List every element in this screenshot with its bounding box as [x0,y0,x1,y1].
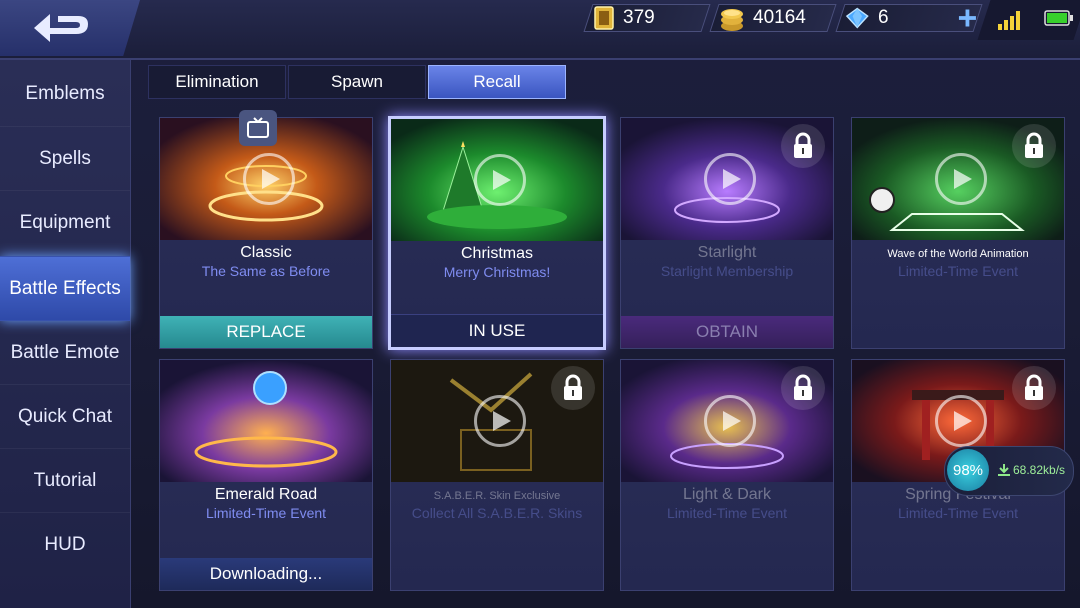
lock-icon [551,366,595,410]
back-button[interactable] [0,0,140,56]
download-icon [998,464,1010,476]
tab-elimination[interactable]: Elimination [148,65,286,99]
sidebar-item-equipment[interactable]: Equipment [0,190,130,255]
sidebar-item-tutorial[interactable]: Tutorial [0,448,130,513]
sidebar-item-emblems[interactable]: Emblems [0,62,130,126]
card-subtitle: Merry Christmas! [443,264,551,280]
diamond-count: 6 [877,7,889,28]
effect-card-light-and-dark[interactable]: Light & Dark Limited-Time Event [620,359,834,591]
card-title: Light & Dark [682,486,772,503]
diamond-counter: 6 [835,4,983,32]
ticket-icon [594,6,614,30]
gold-count: 40164 [753,7,806,28]
play-preview-icon[interactable] [935,153,987,205]
signal-icon [998,11,1020,30]
tab-recall[interactable]: Recall [428,65,566,99]
tv-icon [239,110,277,146]
card-title: Starlight [697,244,757,261]
sidebar-item-quick-chat[interactable]: Quick Chat [0,384,130,449]
card-title: Wave of the World Animation [887,248,1029,260]
sidebar-item-label: Battle Effects [9,278,121,299]
card-subtitle: Collect All S.A.B.E.R. Skins [411,505,583,521]
effect-card-classic[interactable]: Classic The Same as Before REPLACE [159,117,373,349]
play-preview-icon[interactable] [474,395,526,447]
card-subtitle: Limited-Time Event [205,505,327,521]
effect-card-saber[interactable]: S.A.B.E.R. Skin Exclusive Collect All S.… [390,359,604,591]
play-preview-icon[interactable] [704,395,756,447]
add-diamonds-icon[interactable] [958,8,977,28]
card-title: Classic [240,244,292,261]
downloading-status: Downloading... [160,558,372,590]
sidebar-item-battle-emote[interactable]: Battle Emote [0,320,130,385]
effect-card-starlight[interactable]: Starlight Starlight Membership OBTAIN [620,117,834,349]
sidebar-item-label: Spells [39,148,91,169]
card-subtitle: Limited-Time Event [666,505,788,521]
tab-label: Recall [473,72,521,91]
lock-icon [781,366,825,410]
sidebar-item-label: Equipment [19,212,111,233]
sidebar-item-label: Tutorial [33,470,97,491]
emerald-road-artwork [160,360,372,482]
card-subtitle: The Same as Before [201,263,331,279]
effect-card-christmas[interactable]: Christmas Merry Christmas! IN USE [388,116,606,350]
ticket-count: 379 [623,7,655,28]
download-speed: 68.82kb/s [1013,463,1066,477]
card-title: Christmas [460,245,533,262]
battery-icon [1044,10,1073,26]
lock-icon [781,124,825,168]
gold-coins-icon [721,9,743,31]
sidebar-item-hud[interactable]: HUD [0,512,130,577]
tab-spawn[interactable]: Spawn [288,65,426,99]
tab-label: Elimination [175,72,259,91]
download-percent: 98% [947,449,989,491]
sidebar-item-label: Emblems [25,83,105,104]
sidebar: Emblems Spells Equipment Battle Effects … [0,60,131,608]
play-preview-icon[interactable] [704,153,756,205]
card-subtitle: Limited-Time Event [897,263,1019,279]
card-subtitle: Limited-Time Event [897,505,1019,521]
sidebar-item-label: Battle Emote [10,342,120,363]
diamond-icon [845,7,869,29]
obtain-button[interactable]: OBTAIN [621,316,833,348]
back-arrow-icon [34,14,88,42]
effect-card-wave-of-the-world[interactable]: Wave of the World Animation Limited-Time… [851,117,1065,349]
sidebar-item-battle-effects[interactable]: Battle Effects [0,256,130,321]
card-title: Emerald Road [214,486,318,503]
sidebar-item-spells[interactable]: Spells [0,126,130,191]
lock-icon [1012,124,1056,168]
card-subtitle: Starlight Membership [660,263,794,279]
sidebar-item-label: HUD [44,534,86,555]
play-preview-icon[interactable] [474,154,526,206]
top-bar: 379 40164 6 [0,0,1080,60]
gold-counter: 40164 [709,4,837,32]
download-progress-widget[interactable]: 98% 68.82kb/s [944,446,1074,496]
lock-icon [1012,366,1056,410]
in-use-indicator: IN USE [391,314,603,347]
replace-button[interactable]: REPLACE [160,316,372,348]
tab-label: Spawn [331,72,383,91]
effect-card-emerald-road[interactable]: Emerald Road Limited-Time Event Download… [159,359,373,591]
play-preview-icon[interactable] [935,395,987,447]
card-title: S.A.B.E.R. Skin Exclusive [433,490,561,502]
play-preview-icon[interactable] [243,153,295,205]
sidebar-item-label: Quick Chat [18,406,112,427]
ticket-counter: 379 [583,4,711,32]
